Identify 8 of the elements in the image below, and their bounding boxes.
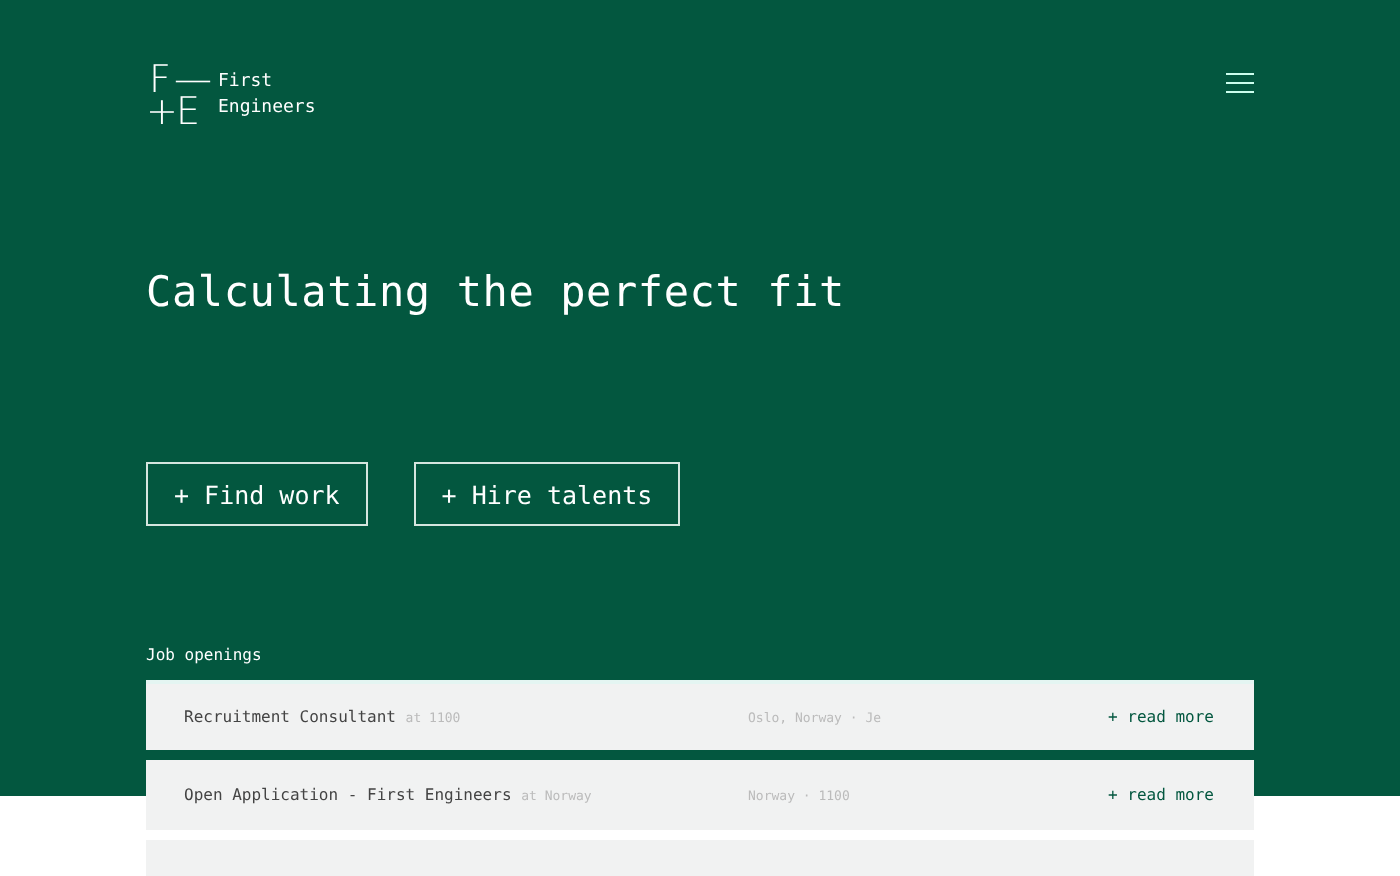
headline: Calculating the perfect fit [146, 268, 847, 316]
action-button[interactable]: + Hire talents [413, 462, 681, 526]
action-button[interactable]: + Find work [146, 462, 368, 526]
section-title: Job openings [146, 646, 264, 664]
read-more-link[interactable]: + read more [1108, 708, 1214, 726]
read-more-link[interactable]: + read more [1108, 786, 1214, 804]
brand-name: First Engineers [218, 70, 316, 122]
menu-icon[interactable] [1226, 72, 1254, 94]
